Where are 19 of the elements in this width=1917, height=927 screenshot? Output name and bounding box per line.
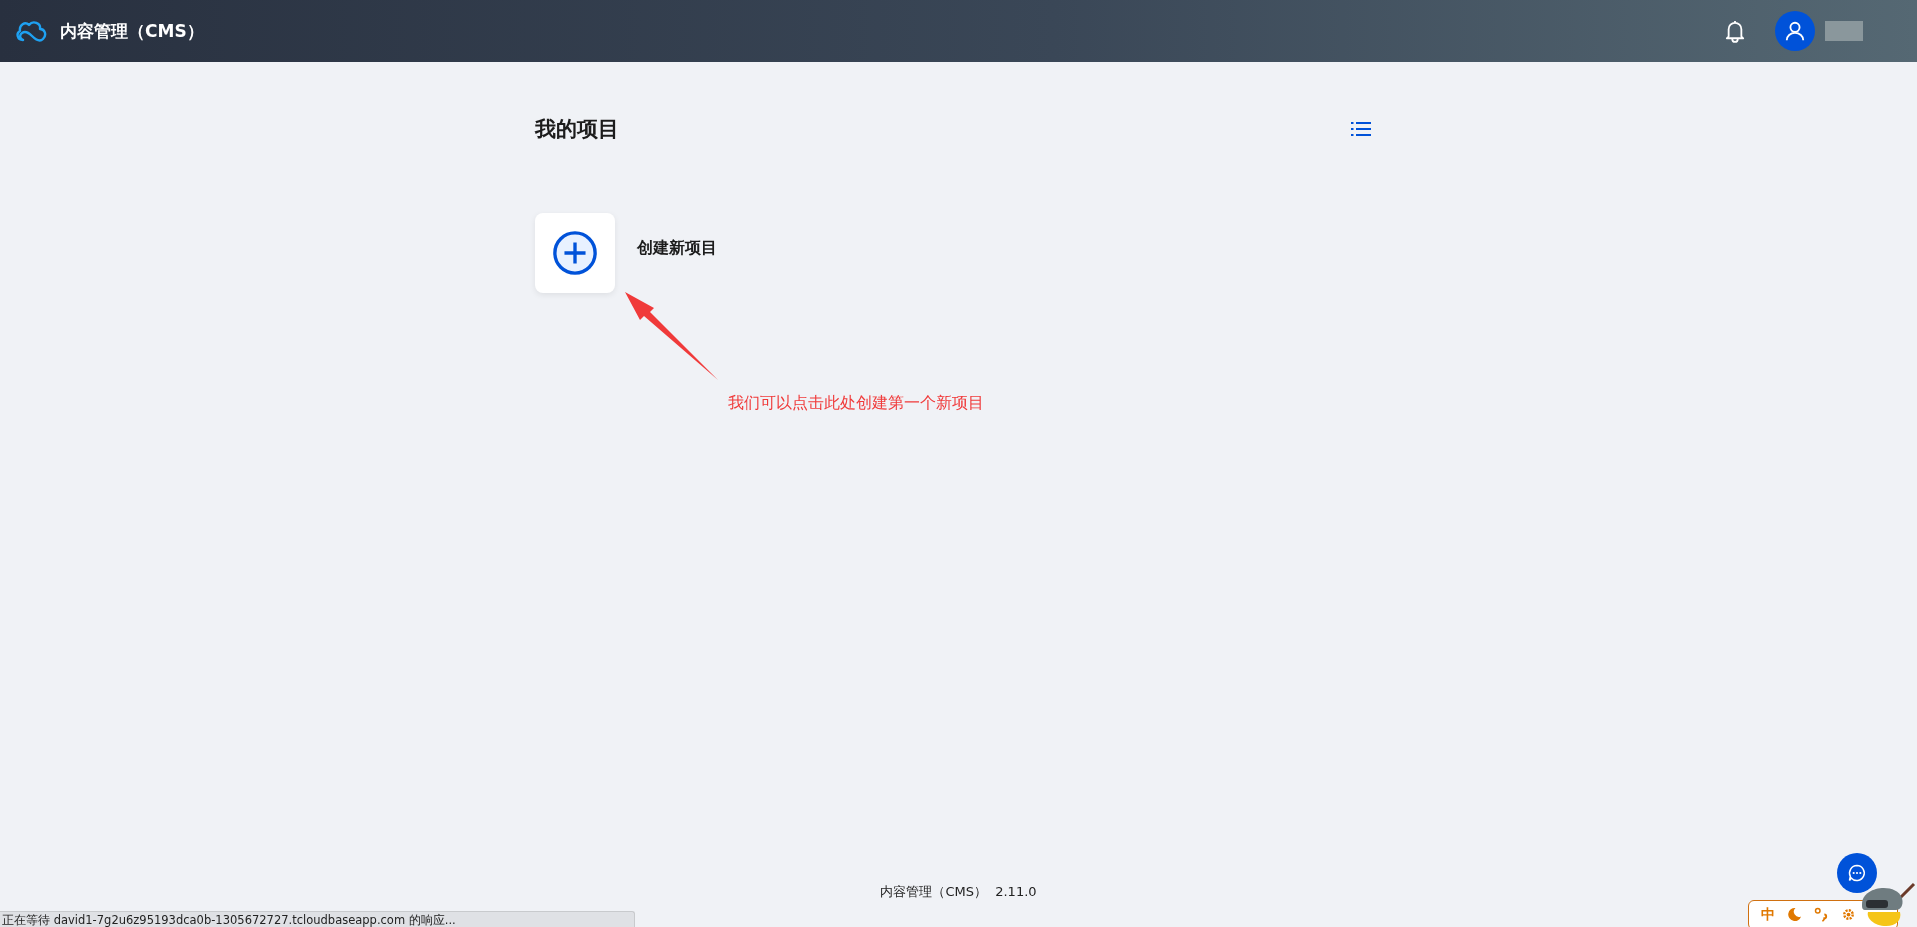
chat-bubble-icon [1847, 863, 1867, 883]
moon-icon[interactable] [1787, 907, 1802, 922]
page-title: 我的项目 [534, 116, 619, 143]
settings-icon[interactable] [1841, 907, 1856, 922]
annotation-text: 我们可以点击此处创建第一个新项目 [728, 393, 984, 414]
chat-button[interactable] [1837, 853, 1877, 893]
app-title: 内容管理（CMS） [60, 19, 204, 43]
plus-circle-icon [551, 230, 598, 276]
footer-text: 内容管理（CMS） 2.11.0 [880, 883, 1037, 901]
cloud-logo-icon [14, 19, 48, 43]
punctuation-icon[interactable] [1814, 907, 1829, 922]
create-project-button[interactable] [534, 213, 615, 293]
user-avatar[interactable] [1775, 11, 1815, 51]
list-view-icon[interactable] [1350, 121, 1371, 137]
create-project-label[interactable]: 创建新项目 [636, 237, 717, 259]
status-text: 正在等待 david1-7g2u6z95193dca0b-1305672727.tcloudbaseapp.com 的响应... [2, 913, 456, 927]
user-icon [1784, 20, 1806, 42]
blurred-username [1825, 21, 1863, 41]
bell-icon[interactable] [1725, 19, 1745, 43]
